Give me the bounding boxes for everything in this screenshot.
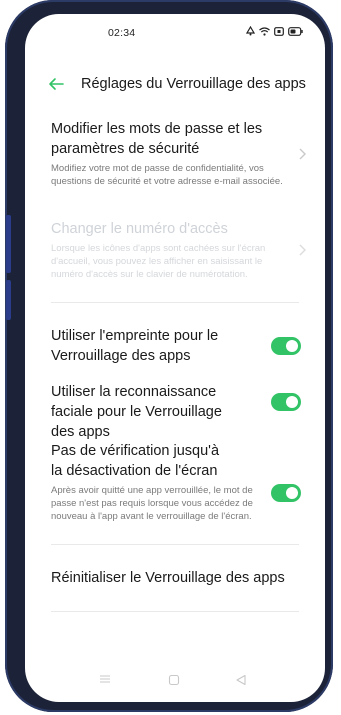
home-icon[interactable] bbox=[168, 674, 180, 686]
toggle-knob bbox=[286, 396, 298, 408]
no-verification-item[interactable]: Pas de vérification jusqu'à la désactiva… bbox=[51, 441, 309, 523]
face-unlock-item[interactable]: Utiliser la reconnaissance faciale pour … bbox=[51, 382, 309, 442]
back-icon[interactable] bbox=[235, 674, 247, 686]
alarm-icon bbox=[246, 26, 255, 36]
face-unlock-title: Utiliser la reconnaissance faciale pour … bbox=[51, 384, 222, 440]
chevron-right-icon bbox=[299, 148, 306, 159]
toggle-knob bbox=[286, 487, 298, 499]
change-access-number-item: Changer le numéro d'accès Lorsque les ic… bbox=[51, 219, 309, 281]
phone-frame: 02:34 Réglages du Verrouillage des apps … bbox=[5, 0, 333, 712]
status-time: 02:34 bbox=[108, 27, 136, 39]
side-button bbox=[6, 280, 11, 320]
fingerprint-item[interactable]: Utiliser l'empreinte pour le Verrouillag… bbox=[51, 326, 309, 366]
no-verification-title: Pas de vérification jusqu'à la désactiva… bbox=[51, 443, 220, 479]
status-bar: 02:34 bbox=[25, 14, 325, 48]
reset-app-lock-title: Réinitialiser le Verrouillage des apps bbox=[51, 570, 285, 586]
nfc-icon bbox=[274, 26, 284, 36]
battery-icon bbox=[288, 26, 303, 36]
change-access-number-subtitle: Lorsque les icônes d'apps sont cachées s… bbox=[51, 243, 266, 280]
change-passwords-item[interactable]: Modifier les mots de passe et les paramè… bbox=[51, 119, 309, 188]
navigation-bar bbox=[25, 672, 325, 692]
change-passwords-title: Modifier les mots de passe et les paramè… bbox=[51, 121, 263, 157]
header: Réglages du Verrouillage des apps bbox=[25, 70, 325, 100]
wifi-icon bbox=[259, 26, 270, 36]
toggle-knob bbox=[286, 340, 298, 352]
chevron-right-icon bbox=[299, 244, 306, 256]
arrow-left-icon[interactable] bbox=[47, 76, 65, 92]
volume-button bbox=[6, 215, 11, 273]
face-unlock-toggle[interactable] bbox=[271, 393, 301, 411]
reset-app-lock-item[interactable]: Réinitialiser le Verrouillage des apps bbox=[51, 568, 309, 588]
no-verification-toggle[interactable] bbox=[271, 484, 301, 502]
screen: 02:34 Réglages du Verrouillage des apps … bbox=[25, 14, 325, 702]
divider bbox=[51, 302, 299, 303]
fingerprint-toggle[interactable] bbox=[271, 337, 301, 355]
change-passwords-subtitle: Modifiez votre mot de passe de confident… bbox=[51, 163, 283, 187]
divider bbox=[51, 544, 299, 545]
divider bbox=[51, 611, 299, 612]
change-access-number-title: Changer le numéro d'accès bbox=[51, 221, 228, 237]
menu-icon[interactable] bbox=[99, 674, 111, 684]
page-title: Réglages du Verrouillage des apps bbox=[81, 76, 306, 92]
